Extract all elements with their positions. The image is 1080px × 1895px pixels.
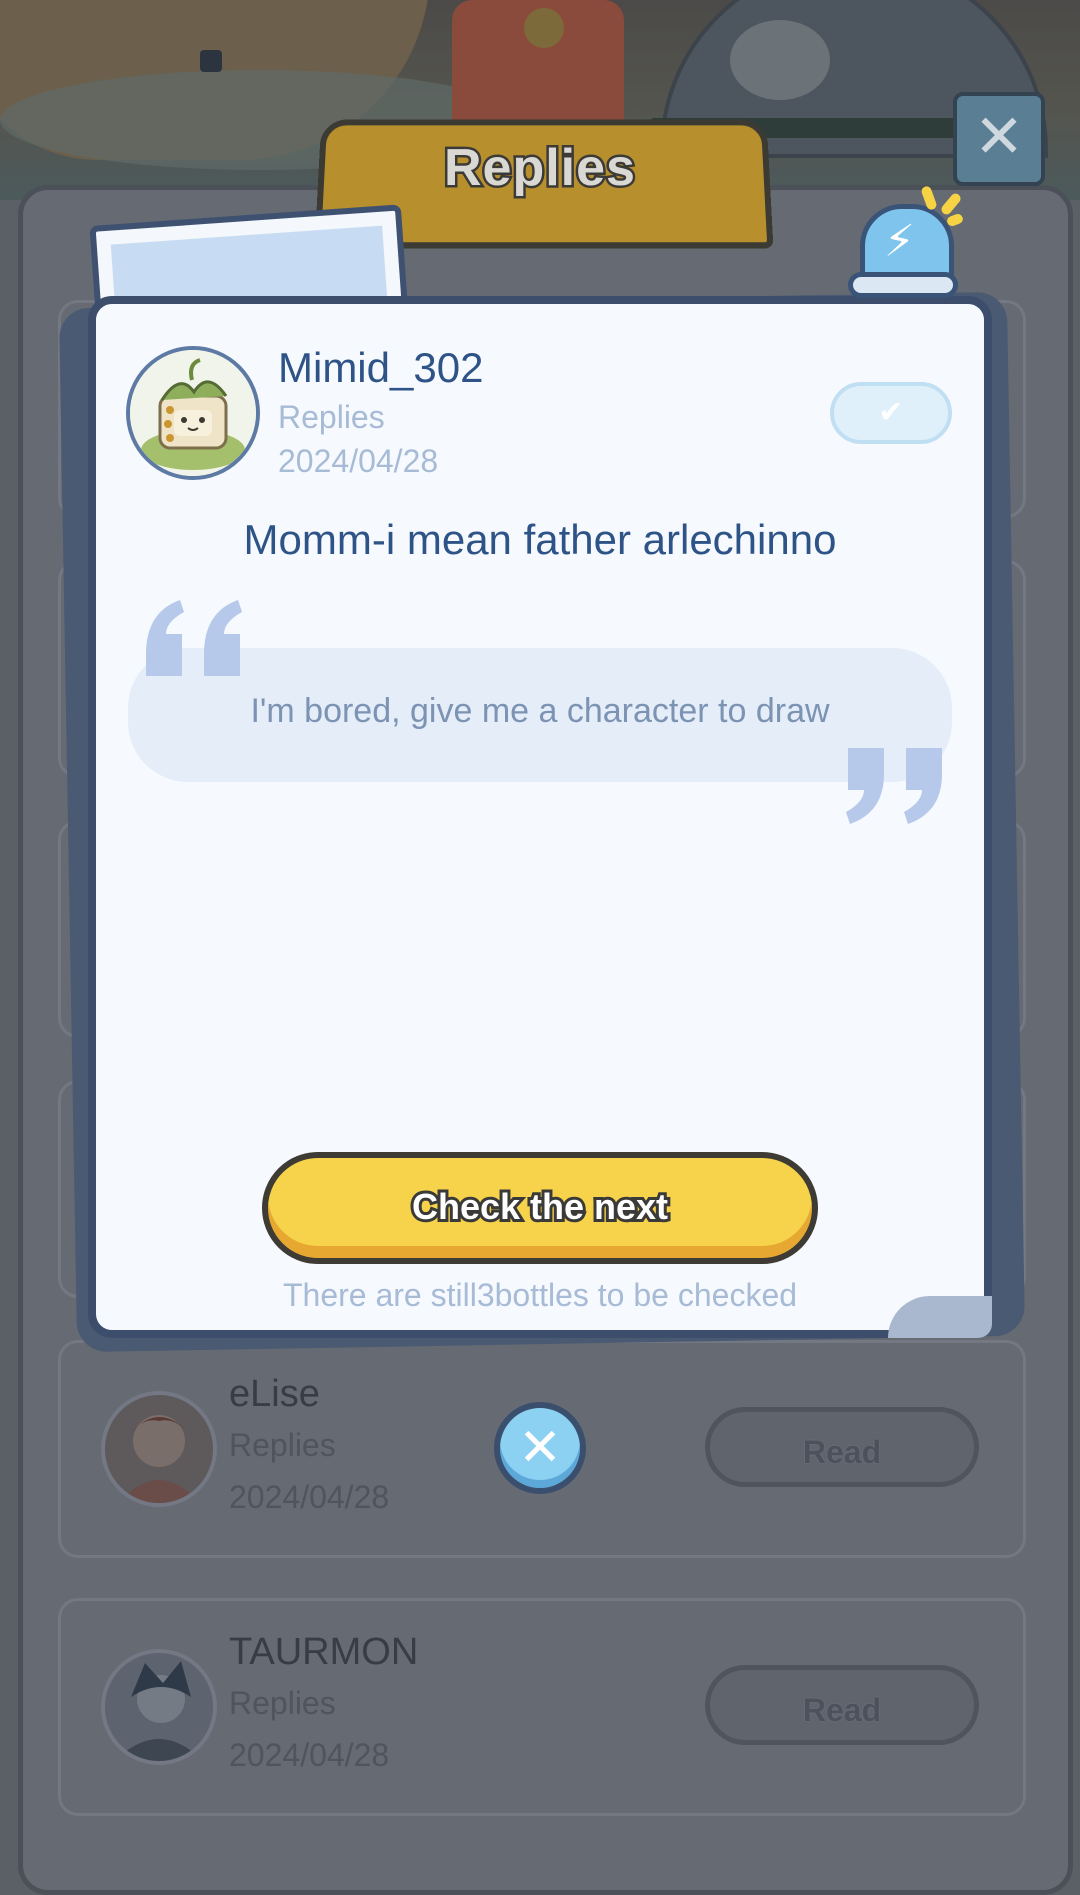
username: Mimid_302: [278, 344, 484, 391]
close-quote-icon: [846, 748, 942, 824]
page-title: Replies: [442, 137, 638, 200]
reply-message: Momm-i mean father arlechinno: [243, 516, 837, 563]
reply-date: 2024/04/28: [278, 443, 439, 479]
avatar: [101, 1391, 217, 1507]
list-item-name: eLise: [229, 1373, 320, 1415]
lightning-siren-icon: ⚡: [848, 204, 958, 302]
cube-decoration: [200, 50, 222, 72]
list-item-type: Replies: [229, 1427, 336, 1463]
checkmark-icon[interactable]: ✔: [830, 382, 952, 444]
remaining-bottles-text: There are still3bottles to be checked: [282, 1277, 798, 1313]
list-item[interactable]: TAURMON Replies 2024/04/28 Read: [58, 1598, 1026, 1816]
avatar: [101, 1649, 217, 1765]
quoted-text: I'm bored, give me a character to draw: [250, 692, 830, 730]
read-button[interactable]: Read: [705, 1665, 979, 1745]
close-icon[interactable]: ✕: [953, 92, 1045, 186]
creature-decoration: [730, 20, 830, 100]
list-item-date: 2024/04/28: [229, 1737, 390, 1773]
check-next-label[interactable]: Check the next: [262, 1183, 818, 1230]
open-quote-icon: [146, 600, 242, 676]
avatar: [126, 346, 260, 480]
list-item-name: TAURMON: [229, 1631, 419, 1673]
read-button[interactable]: Read: [705, 1407, 979, 1487]
close-icon[interactable]: ✕: [494, 1402, 586, 1494]
list-item-date: 2024/04/28: [229, 1479, 390, 1515]
reply-type: Replies: [278, 399, 385, 435]
list-item-type: Replies: [229, 1685, 336, 1721]
